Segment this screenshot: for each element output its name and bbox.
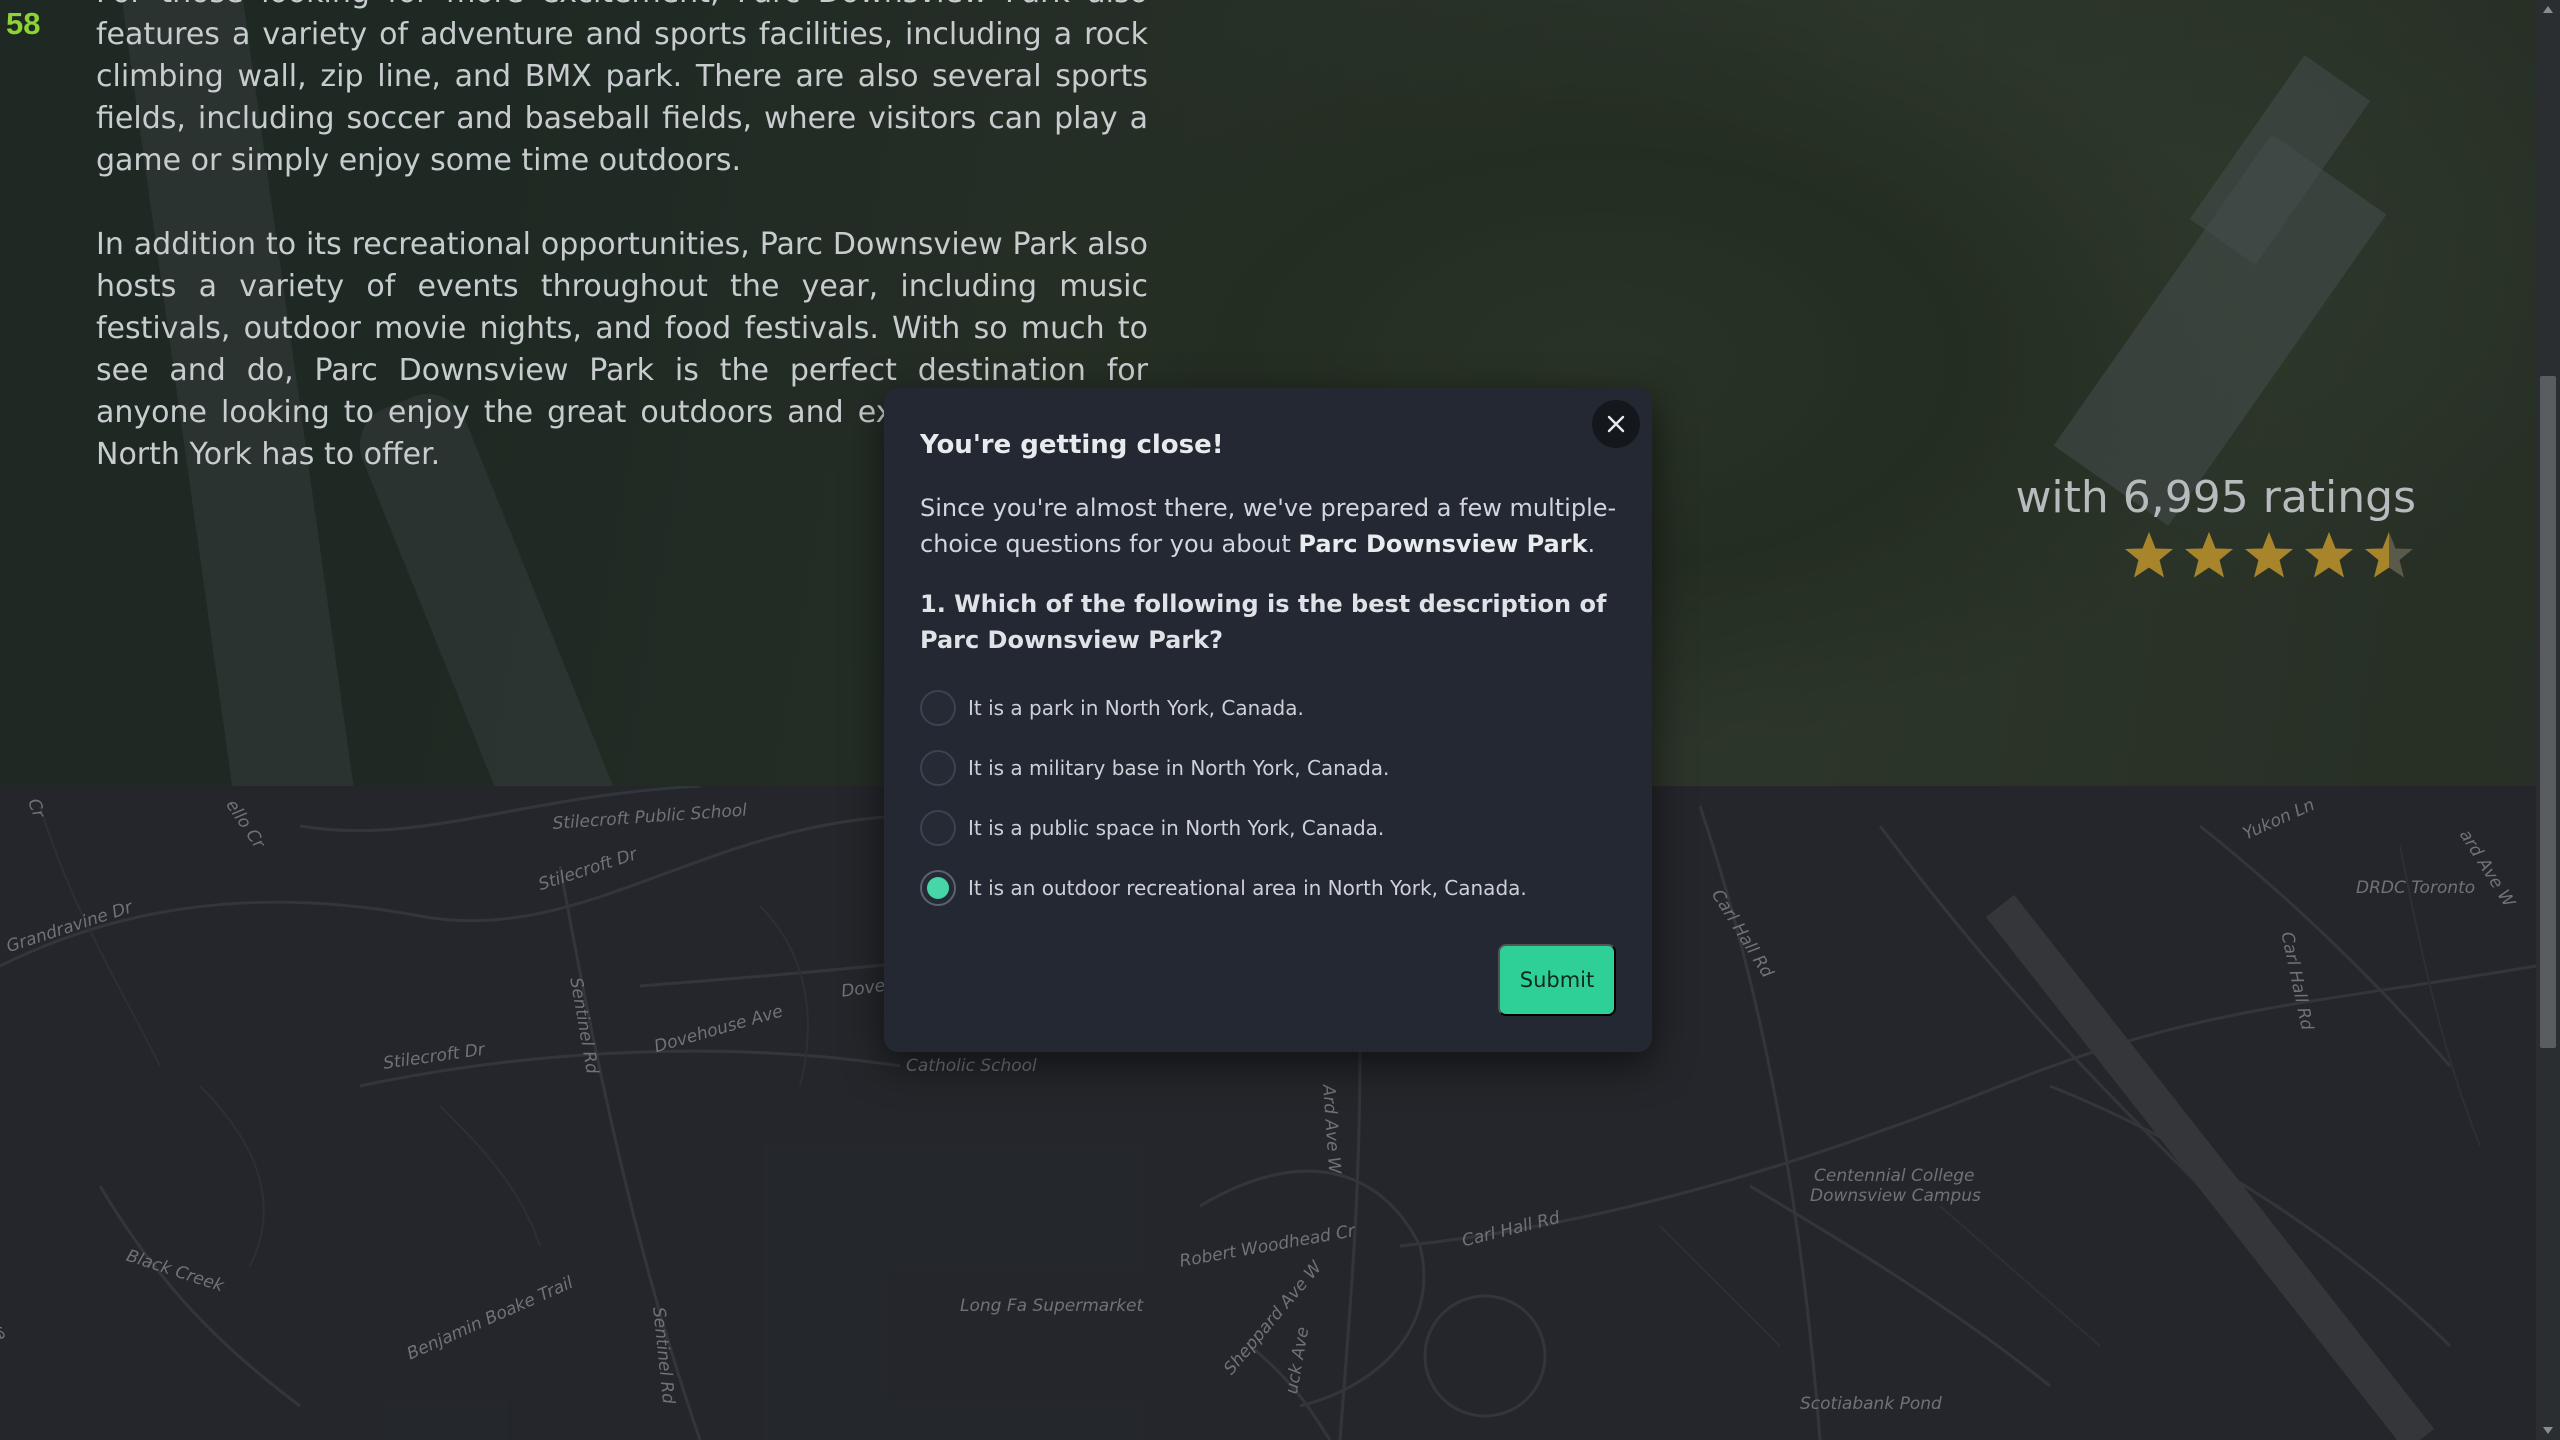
intro-park-name: Parc Downsview Park	[1298, 530, 1588, 558]
page-scrollbar[interactable]	[2536, 0, 2560, 1440]
answer-option[interactable]: It is an outdoor recreational area in No…	[920, 870, 1527, 906]
page-number: 58	[6, 6, 41, 41]
map-label: Catholic School	[906, 1056, 1037, 1076]
answer-options: It is a park in North York, Canada. It i…	[920, 690, 1527, 930]
radio-button[interactable]	[920, 690, 956, 726]
modal-title: You're getting close!	[920, 430, 1224, 460]
star-icon	[2125, 532, 2173, 578]
option-label: It is a park in North York, Canada.	[968, 696, 1304, 720]
map-label: Scotiabank Pond	[1800, 1394, 1942, 1414]
map-label: Centennial College	[1814, 1166, 1975, 1186]
question-text: 1. Which of the following is the best de…	[920, 590, 1607, 654]
radio-button[interactable]	[920, 750, 956, 786]
answer-option[interactable]: It is a military base in North York, Can…	[920, 750, 1527, 786]
scrollbar-thumb[interactable]	[2540, 376, 2556, 1048]
scroll-down-icon[interactable]	[2543, 1427, 2553, 1434]
submit-button[interactable]: Submit	[1498, 944, 1616, 1016]
rating-block: with 6,995 ratings	[2015, 472, 2416, 583]
answer-option[interactable]: It is a public space in North York, Cana…	[920, 810, 1527, 846]
close-icon	[1607, 415, 1625, 433]
star-icon	[2305, 532, 2353, 578]
star-icon	[2185, 532, 2233, 578]
map-label: DRDC Toronto	[2356, 878, 2476, 898]
close-button[interactable]	[1592, 400, 1640, 448]
radio-button[interactable]	[920, 870, 956, 906]
star-icon	[2365, 532, 2413, 578]
radio-button[interactable]	[920, 810, 956, 846]
answer-option[interactable]: It is a park in North York, Canada.	[920, 690, 1527, 726]
star-icon	[2245, 532, 2293, 578]
quiz-modal: You're getting close! Since you're almos…	[884, 388, 1652, 1052]
scroll-up-icon[interactable]	[2543, 6, 2553, 13]
map-label: Long Fa Supermarket	[960, 1296, 1144, 1316]
option-label: It is an outdoor recreational area in No…	[968, 876, 1527, 900]
map-label: Downsview Campus	[1810, 1186, 1981, 1206]
intro-punctuation: .	[1587, 530, 1596, 558]
radio-dot	[927, 877, 949, 899]
rating-count: with 6,995 ratings	[2015, 472, 2416, 523]
option-label: It is a military base in North York, Can…	[968, 756, 1390, 780]
article-paragraph: For those looking for more excitement, P…	[96, 0, 1148, 178]
modal-intro: Since you're almost there, we've prepare…	[920, 490, 1620, 562]
option-label: It is a public space in North York, Cana…	[968, 816, 1385, 840]
star-rating	[2015, 529, 2416, 583]
